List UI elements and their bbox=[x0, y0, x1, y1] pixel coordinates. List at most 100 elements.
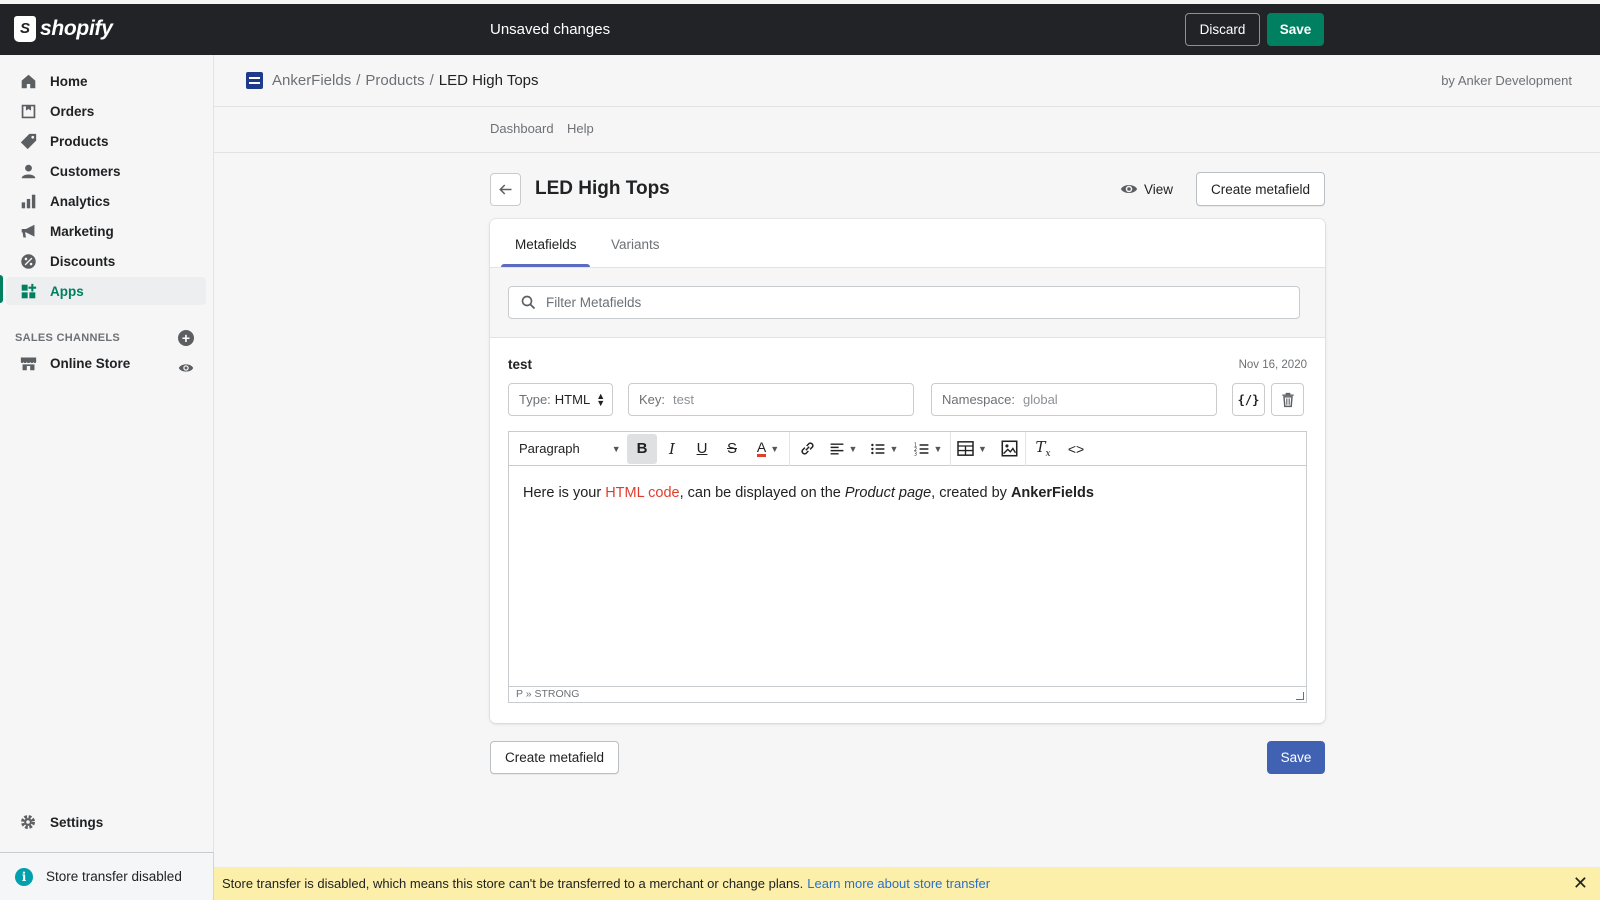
key-field[interactable]: Key: test bbox=[628, 383, 914, 416]
unsaved-changes-label: Unsaved changes bbox=[490, 21, 611, 38]
code-view-button[interactable]: {/} bbox=[1232, 383, 1265, 416]
sidebar-item-label: Customers bbox=[50, 163, 121, 179]
rich-text-editor: Paragraph ▼ B I U S A ▼ ▼ ▼ 1 2 3 ▼ ▼ Tx… bbox=[508, 431, 1307, 703]
person-icon bbox=[19, 162, 37, 180]
underline-icon: U bbox=[696, 440, 708, 457]
code-braces-icon: {/} bbox=[1237, 392, 1260, 407]
store-icon bbox=[19, 354, 37, 372]
italic-button[interactable]: I bbox=[657, 434, 687, 464]
strikethrough-button[interactable]: S bbox=[717, 434, 747, 464]
image-button[interactable] bbox=[993, 434, 1025, 464]
text-color-button[interactable]: A ▼ bbox=[747, 434, 789, 464]
shopify-logo[interactable]: shopify bbox=[14, 16, 113, 42]
select-arrows-icon: ▲ ▼ bbox=[596, 390, 606, 408]
resize-handle-icon[interactable] bbox=[1296, 692, 1304, 700]
sidebar-item-label: Discounts bbox=[50, 253, 116, 269]
namespace-field[interactable]: Namespace: global bbox=[931, 383, 1217, 416]
align-left-icon bbox=[830, 442, 843, 455]
create-metafield-button-top[interactable]: Create metafield bbox=[1196, 172, 1325, 206]
type-select[interactable]: Type: HTML ▲ ▼ bbox=[508, 383, 613, 416]
metafields-card: Metafields Variants test Nov 16, 2020 Ty… bbox=[490, 219, 1325, 723]
active-indicator bbox=[0, 275, 3, 303]
type-value: HTML bbox=[554, 392, 591, 407]
tab-metafields[interactable]: Metafields bbox=[515, 237, 577, 252]
sidebar-item-label: Products bbox=[50, 133, 109, 149]
sidebar-item-label: Apps bbox=[50, 283, 84, 299]
block-format-dropdown[interactable]: Paragraph ▼ bbox=[509, 434, 627, 464]
help-link[interactable]: Help bbox=[567, 121, 594, 136]
discard-button[interactable]: Discard bbox=[1185, 13, 1260, 46]
text-color-icon: A bbox=[756, 439, 767, 457]
eye-icon bbox=[1120, 184, 1138, 194]
sidebar-item-label: Online Store bbox=[50, 355, 131, 371]
numbered-list-button[interactable]: 1 2 3 ▼ bbox=[906, 434, 950, 464]
store-transfer-banner: Store transfer is disabled, which means … bbox=[214, 867, 1600, 900]
breadcrumb: AnkerFields / Products / LED High Tops bbox=[272, 72, 539, 89]
editor-content[interactable]: Here is your HTML code, can be displayed… bbox=[523, 485, 1094, 501]
back-button[interactable] bbox=[490, 173, 521, 206]
key-prefix: Key: bbox=[639, 392, 666, 407]
sidebar-item-orders[interactable]: Orders bbox=[6, 97, 206, 125]
sidebar-item-settings[interactable]: Settings bbox=[6, 808, 206, 836]
link-icon bbox=[800, 442, 814, 455]
content-text: Here is your bbox=[523, 485, 606, 501]
breadcrumb-products[interactable]: Products bbox=[365, 72, 424, 89]
chevron-down-icon: ▼ bbox=[978, 443, 987, 454]
tab-bar: Metafields Variants bbox=[490, 219, 1325, 268]
block-format-value: Paragraph bbox=[519, 441, 580, 456]
chevron-down-icon: ▼ bbox=[770, 443, 780, 454]
content-text: , can be displayed on the bbox=[679, 485, 845, 501]
megaphone-icon bbox=[19, 222, 37, 240]
chevron-down-icon: ▼ bbox=[933, 443, 943, 454]
dashboard-link[interactable]: Dashboard bbox=[490, 121, 554, 136]
app-header: AnkerFields / Products / LED High Tops by An… bbox=[214, 55, 1600, 107]
strikethrough-icon: S bbox=[726, 440, 737, 457]
apps-icon bbox=[19, 282, 37, 300]
breadcrumb-app[interactable]: AnkerFields bbox=[272, 72, 351, 89]
close-icon[interactable]: ✕ bbox=[1573, 873, 1588, 894]
sidebar-item-customers[interactable]: Customers bbox=[6, 157, 206, 185]
sidebar-item-marketing[interactable]: Marketing bbox=[6, 217, 206, 245]
sidebar-item-products[interactable]: Products bbox=[6, 127, 206, 155]
view-button[interactable]: View bbox=[1120, 180, 1173, 198]
page-title: LED High Tops bbox=[535, 178, 670, 199]
add-sales-channel-icon[interactable]: + bbox=[178, 330, 194, 346]
orders-icon bbox=[19, 102, 37, 120]
save-button[interactable]: Save bbox=[1267, 741, 1325, 774]
sidebar-item-discounts[interactable]: Discounts bbox=[6, 247, 206, 275]
source-code-button[interactable]: <> bbox=[1060, 434, 1092, 464]
learn-more-link[interactable]: Learn more about store transfer bbox=[807, 876, 990, 891]
top-bar: shopify Unsaved changes Discard Save bbox=[0, 4, 1600, 55]
brand-wordmark: shopify bbox=[40, 17, 113, 40]
metafield-date: Nov 16, 2020 bbox=[1238, 359, 1307, 371]
link-button[interactable] bbox=[790, 434, 824, 464]
tab-variants[interactable]: Variants bbox=[611, 237, 660, 252]
align-button[interactable]: ▼ bbox=[824, 434, 862, 464]
delete-metafield-button[interactable] bbox=[1271, 383, 1304, 416]
numbered-list-icon: 123 bbox=[914, 442, 928, 457]
create-metafield-button[interactable]: Create metafield bbox=[490, 741, 619, 774]
store-transfer-status[interactable]: i Store transfer disabled bbox=[0, 852, 214, 900]
filter-section bbox=[490, 268, 1325, 338]
sidebar-item-analytics[interactable]: Analytics bbox=[6, 187, 206, 215]
eye-icon[interactable] bbox=[178, 360, 194, 379]
active-tab-indicator bbox=[501, 264, 590, 267]
editor-path: P » STRONG bbox=[509, 686, 1306, 702]
home-icon bbox=[19, 72, 37, 90]
clear-format-button[interactable]: Tx bbox=[1026, 434, 1060, 464]
app-subnav: Dashboard Help bbox=[214, 107, 1600, 153]
sidebar-item-apps[interactable]: Apps bbox=[6, 277, 206, 305]
sidebar-item-home[interactable]: Home bbox=[6, 67, 206, 95]
sidebar-item-online-store[interactable]: Online Store bbox=[6, 349, 206, 377]
underline-button[interactable]: U bbox=[687, 434, 717, 464]
bold-button[interactable]: B bbox=[627, 433, 657, 464]
editor-toolbar: Paragraph ▼ B I U S A ▼ ▼ ▼ 1 2 3 ▼ ▼ Tx… bbox=[509, 431, 1306, 466]
save-button-top[interactable]: Save bbox=[1267, 13, 1324, 46]
arrow-left-icon bbox=[499, 184, 512, 195]
chevron-down-icon: ▼ bbox=[848, 443, 858, 454]
filter-box[interactable] bbox=[508, 286, 1300, 319]
filter-metafields-input[interactable] bbox=[546, 295, 1246, 310]
table-button[interactable]: ▼ bbox=[951, 434, 993, 464]
trash-icon bbox=[1281, 392, 1294, 407]
bullet-list-button[interactable]: ▼ bbox=[862, 434, 906, 464]
